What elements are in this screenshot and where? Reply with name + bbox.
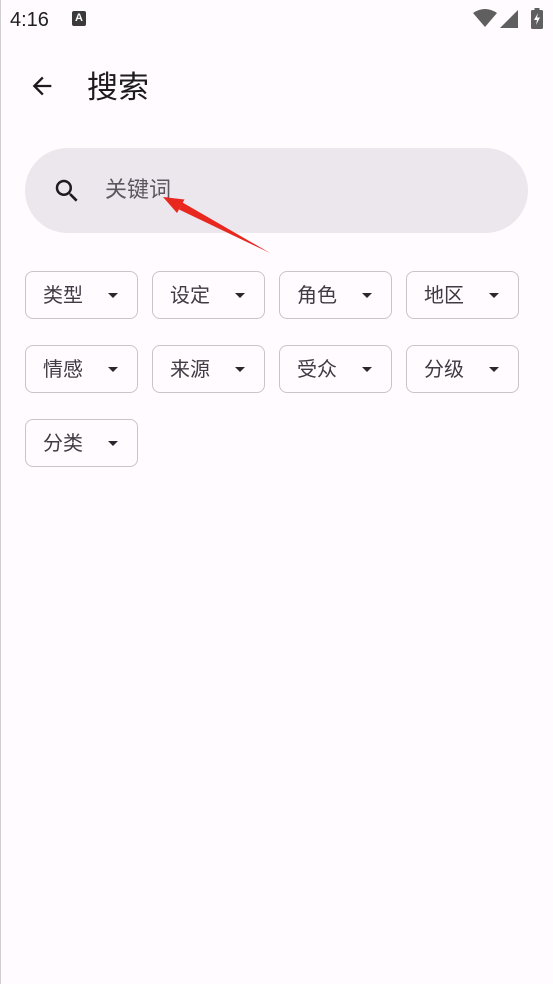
- battery-charging-icon: [531, 8, 543, 29]
- arrow-drop-down-icon: [235, 367, 245, 372]
- filter-chip-source[interactable]: 来源: [152, 345, 265, 393]
- chip-label: 情感: [43, 357, 83, 381]
- filter-chip-group: 类型 设定 角色 地区 情感 来源 受众 分级 分类: [25, 271, 525, 467]
- chip-label: 受众: [297, 357, 337, 381]
- arrow-drop-down-icon: [235, 293, 245, 298]
- arrow-drop-down-icon: [362, 293, 372, 298]
- chip-label: 分类: [43, 431, 83, 455]
- chip-label: 分级: [424, 357, 464, 381]
- search-icon: [55, 179, 78, 202]
- filter-chip-character[interactable]: 角色: [279, 271, 392, 319]
- arrow-drop-down-icon: [108, 441, 118, 446]
- search-bar[interactable]: [25, 148, 528, 233]
- cell-signal-icon: [500, 10, 518, 28]
- chip-label: 设定: [170, 283, 210, 307]
- arrow-back-icon: [32, 76, 52, 96]
- arrow-drop-down-icon: [362, 367, 372, 372]
- arrow-drop-down-icon: [489, 367, 499, 372]
- status-time: 4:16: [10, 9, 49, 31]
- chip-label: 来源: [170, 357, 210, 381]
- arrow-drop-down-icon: [489, 293, 499, 298]
- page-title: 搜索: [87, 70, 149, 106]
- filter-chip-setting[interactable]: 设定: [152, 271, 265, 319]
- chip-label: 类型: [43, 283, 83, 307]
- chip-label: 角色: [297, 283, 337, 307]
- filter-chip-audience[interactable]: 受众: [279, 345, 392, 393]
- filter-chip-region[interactable]: 地区: [406, 271, 519, 319]
- back-button[interactable]: [22, 66, 62, 106]
- filter-chip-type[interactable]: 类型: [25, 271, 138, 319]
- filter-chip-emotion[interactable]: 情感: [25, 345, 138, 393]
- filter-chip-category[interactable]: 分类: [25, 419, 138, 467]
- chip-label: 地区: [424, 283, 464, 307]
- a-notification-icon: A: [72, 11, 86, 26]
- left-edge-line: [0, 0, 1, 984]
- search-input[interactable]: [105, 170, 505, 210]
- filter-chip-rating[interactable]: 分级: [406, 345, 519, 393]
- arrow-drop-down-icon: [108, 293, 118, 298]
- arrow-drop-down-icon: [108, 367, 118, 372]
- status-bar: 4:16 A: [0, 0, 553, 40]
- wifi-icon: [473, 9, 497, 27]
